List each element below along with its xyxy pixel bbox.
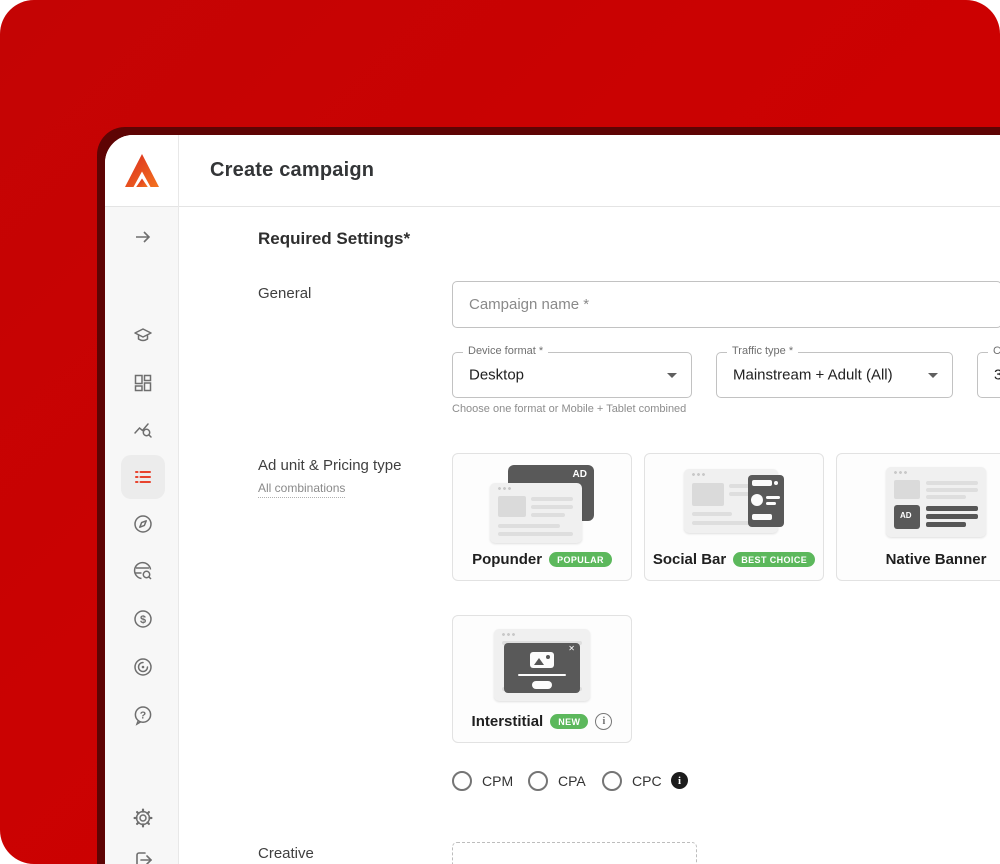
ad-unit-name: Popunder [472, 551, 543, 568]
svg-text:?: ? [140, 710, 146, 722]
best-choice-badge: BEST CHOICE [733, 552, 816, 567]
adsterra-logo-icon [124, 154, 159, 187]
app-window: Create campaign $ ? Required Settings* G… [105, 135, 1000, 864]
campaign-name-field [452, 281, 1000, 328]
sidebar-item-logout-icon[interactable] [132, 849, 154, 864]
campaign-name-input[interactable] [453, 282, 1000, 327]
ad-unit-name: Social Bar [652, 551, 727, 568]
logo-cell[interactable] [105, 135, 179, 207]
radio-cpc[interactable] [602, 771, 622, 791]
device-format-value: Desktop [469, 366, 525, 384]
pricing-info-icon[interactable]: i [671, 772, 688, 789]
screen: Create campaign $ ? Required Settings* G… [0, 0, 1000, 864]
new-badge: NEW [550, 714, 589, 729]
sidebar-item-dashboard-icon[interactable] [132, 372, 154, 394]
traffic-type-label: Traffic type * [727, 345, 799, 357]
connection-type-select-truncated[interactable]: C 3 [977, 345, 1000, 398]
close-icon: ✕ [568, 644, 575, 653]
creative-label: Creative [258, 845, 314, 862]
page-title: Create campaign [210, 159, 375, 181]
radio-cpa-label[interactable]: CPA [558, 773, 586, 789]
popular-badge: POPULAR [549, 552, 612, 567]
radio-cpm[interactable] [452, 771, 472, 791]
main-content: Required Settings* General Device format… [179, 207, 1000, 864]
ad-tag: AD [572, 469, 587, 480]
radio-cpa[interactable] [528, 771, 548, 791]
radio-cpm-label[interactable]: CPM [482, 773, 513, 789]
radio-cpc-label[interactable]: CPC [632, 773, 662, 789]
native-banner-illustration: AD [880, 465, 992, 545]
header: Create campaign [105, 135, 1000, 207]
ad-unit-pricing-label: Ad unit & Pricing type [258, 457, 402, 474]
ad-unit-card-native-banner[interactable]: AD Native Banner [836, 453, 1000, 581]
sidebar-item-finance-icon[interactable]: $ [132, 608, 154, 630]
device-format-label: Device format * [463, 345, 549, 357]
ad-unit-name: Interstitial [471, 713, 544, 730]
interstitial-info-icon[interactable]: i [595, 713, 613, 730]
device-format-select[interactable]: Device format * Desktop [452, 345, 692, 398]
chevron-down-icon [667, 373, 677, 378]
ad-unit-name: Native Banner [885, 551, 987, 568]
traffic-type-select[interactable]: Traffic type * Mainstream + Adult (All) [716, 345, 953, 398]
chevron-down-icon [928, 373, 938, 378]
sidebar-item-education-icon[interactable] [132, 325, 154, 347]
device-format-helper: Choose one format or Mobile + Tablet com… [452, 403, 687, 415]
ad-unit-card-interstitial[interactable]: ✕ Interstitial NEW i [452, 615, 632, 743]
sidebar-expand-arrow-icon[interactable] [132, 226, 154, 248]
connection-type-label: C [988, 345, 1000, 357]
sidebar-item-goals-icon[interactable] [132, 656, 154, 678]
ad-unit-card-social-bar[interactable]: Social Bar BEST CHOICE [644, 453, 824, 581]
traffic-type-value: Mainstream + Adult (All) [733, 366, 893, 384]
connection-type-value: 3 [994, 366, 1000, 384]
sidebar-item-statistics-icon[interactable] [132, 419, 154, 441]
sidebar: $ ? [105, 207, 179, 864]
sidebar-item-sites-compass-icon[interactable] [132, 513, 154, 535]
ad-unit-card-popunder[interactable]: AD Popunder POPULAR [452, 453, 632, 581]
social-bar-illustration [678, 465, 790, 545]
sidebar-item-campaigns-icon[interactable] [132, 466, 154, 488]
section-title: Required Settings* [258, 229, 411, 248]
ad-tag: AD [900, 511, 912, 520]
all-combinations-link[interactable]: All combinations [258, 481, 346, 498]
popunder-illustration: AD [486, 465, 598, 545]
interstitial-illustration: ✕ [486, 627, 598, 707]
sidebar-item-traffic-search-icon[interactable] [132, 560, 154, 582]
sidebar-item-help-icon[interactable]: ? [132, 704, 154, 726]
creative-upload-area[interactable] [452, 842, 697, 864]
sidebar-item-settings-gear-icon[interactable] [132, 807, 154, 829]
svg-text:$: $ [140, 614, 146, 626]
general-label: General [258, 285, 312, 302]
